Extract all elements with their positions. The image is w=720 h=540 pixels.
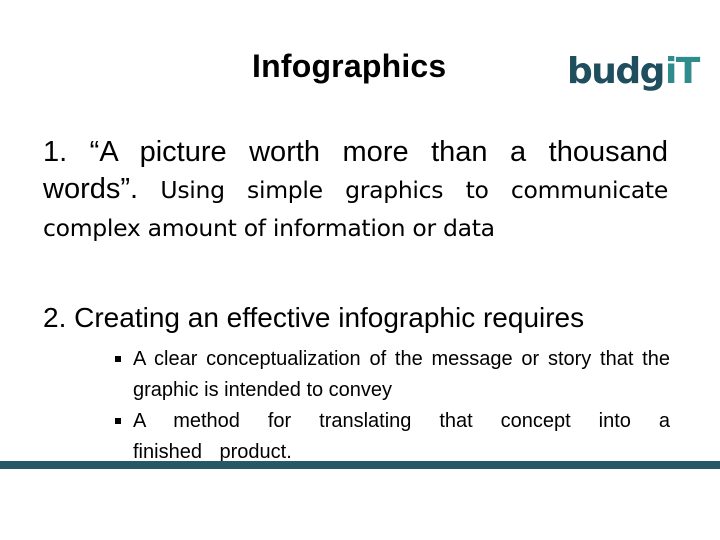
footer-divider-bar [0, 461, 720, 469]
slide-title: Infographics [252, 48, 447, 84]
logo-text-main: budg [567, 51, 665, 92]
bullet-text: A clear conceptualization of the message… [133, 348, 670, 401]
point-1-paragraph: 1. “A picture worth more than a thousand… [43, 134, 668, 247]
logo-text-accent: iT [664, 51, 700, 92]
budgit-logo: budg iT [567, 44, 700, 92]
bullet-text: A method for translating that concept in… [133, 410, 670, 463]
bullet-list: A clear conceptualization of the message… [115, 344, 670, 468]
point-2-heading: 2. Creating an effective infographic req… [43, 302, 585, 333]
bullet-item: A clear conceptualization of the message… [115, 344, 670, 406]
square-bullet-icon [115, 356, 121, 362]
square-bullet-icon [115, 418, 121, 424]
bullet-item: A method for translating that concept in… [115, 406, 670, 468]
